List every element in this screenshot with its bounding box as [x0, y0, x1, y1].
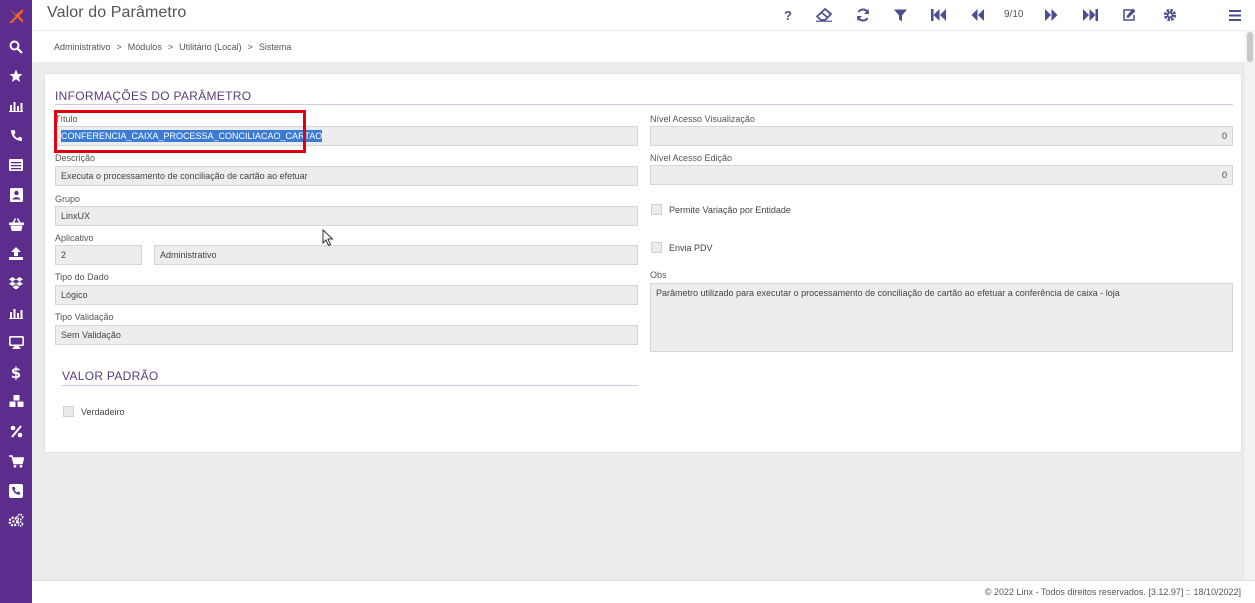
envia-pdv-label: Envia PDV — [669, 243, 713, 253]
eraser-icon[interactable] — [814, 5, 834, 25]
bar-chart-icon[interactable] — [0, 298, 32, 328]
settings-icon[interactable] — [1160, 5, 1180, 25]
breadcrumb-separator: > — [167, 42, 174, 52]
bar-chart-icon[interactable] — [0, 91, 32, 121]
cart-icon[interactable] — [0, 446, 32, 476]
nivel-visualizacao-label: Nível Acesso Visualização — [650, 114, 755, 124]
svg-text:$: $ — [11, 365, 21, 380]
default-section-divider — [62, 385, 638, 386]
contact-card-icon[interactable] — [0, 180, 32, 210]
breadcrumb-item[interactable]: Administrativo — [54, 42, 111, 52]
previous-record-icon[interactable] — [967, 5, 987, 25]
tipo-validacao-field[interactable]: Sem Validação — [55, 325, 638, 345]
vertical-scrollbar[interactable] — [1245, 30, 1255, 580]
dropbox-icon[interactable] — [0, 269, 32, 299]
tipo-dado-field[interactable]: Lógico — [55, 285, 638, 305]
aplicativo-code-field[interactable]: 2 — [55, 245, 142, 265]
header-bar: Valor do Parâmetro ? 9/10 — [32, 0, 1255, 30]
phone-square-icon[interactable] — [0, 476, 32, 506]
dollar-icon[interactable]: $ — [0, 358, 32, 388]
page-title: Valor do Parâmetro — [47, 4, 187, 21]
mouse-cursor-icon — [322, 228, 334, 252]
tipo-dado-label: Tipo do Dado — [55, 272, 109, 282]
permite-variacao-label: Permite Variação por Entidade — [669, 205, 791, 215]
footer: © 2022 Linx - Todos direitos reservados.… — [32, 580, 1255, 603]
last-record-icon[interactable] — [1080, 5, 1100, 25]
edit-icon[interactable] — [1119, 5, 1139, 25]
basket-icon[interactable] — [0, 210, 32, 240]
aplicativo-name-field[interactable]: Administrativo — [154, 245, 638, 265]
sidebar: $ — [0, 0, 32, 603]
phone-icon[interactable] — [0, 121, 32, 151]
info-section-divider — [55, 104, 1233, 105]
aplicativo-label: Aplicativo — [55, 233, 94, 243]
breadcrumb-separator: > — [116, 42, 122, 52]
highlight-box — [54, 110, 306, 153]
filter-icon[interactable] — [890, 5, 910, 25]
next-record-icon[interactable] — [1041, 5, 1061, 25]
search-icon[interactable] — [0, 32, 32, 62]
nivel-edicao-label: Nível Acesso Edição — [650, 153, 733, 163]
monitor-icon[interactable] — [0, 328, 32, 358]
descricao-label: Descrição — [55, 153, 96, 163]
breadcrumb-separator: > — [247, 42, 253, 52]
gears-icon[interactable] — [0, 506, 32, 536]
help-icon[interactable]: ? — [778, 5, 798, 25]
first-record-icon[interactable] — [928, 5, 948, 25]
descricao-field[interactable]: Executa o processamento de conciliação d… — [55, 166, 638, 186]
star-icon[interactable] — [0, 62, 32, 92]
grupo-field[interactable]: LinxUX — [55, 206, 638, 226]
footer-text: © 2022 Linx - Todos direitos reservados.… — [984, 587, 1241, 597]
breadcrumb-item[interactable]: Módulos — [128, 42, 162, 52]
verdadeiro-checkbox[interactable] — [63, 406, 74, 417]
breadcrumb-item[interactable]: Utilitário (Local) — [179, 42, 242, 52]
linx-logo[interactable] — [0, 0, 32, 32]
default-section-title: VALOR PADRÃO — [62, 369, 159, 383]
menu-icon[interactable] — [1225, 5, 1245, 25]
info-section-title: INFORMAÇÕES DO PARÂMETRO — [55, 89, 252, 103]
breadcrumb-item[interactable]: Sistema — [259, 42, 292, 52]
nivel-visualizacao-field[interactable]: 0 — [650, 126, 1233, 146]
tipo-validacao-label: Tipo Validação — [55, 312, 114, 322]
envia-pdv-checkbox[interactable] — [651, 242, 662, 253]
breadcrumb: Administrativo > Módulos > Utilitário (Local… — [32, 30, 1255, 62]
verdadeiro-label: Verdadeiro — [81, 407, 125, 417]
obs-label: Obs — [650, 270, 667, 280]
scrollbar-thumb[interactable] — [1247, 32, 1253, 62]
nivel-edicao-field[interactable]: 0 — [650, 165, 1233, 185]
cubes-icon[interactable] — [0, 387, 32, 417]
list-icon[interactable] — [0, 150, 32, 180]
permite-variacao-checkbox[interactable] — [651, 204, 662, 215]
obs-textarea[interactable]: Parâmetro utilizado para executar o proc… — [650, 283, 1233, 352]
upload-icon[interactable] — [0, 239, 32, 269]
percent-icon[interactable] — [0, 417, 32, 447]
grupo-label: Grupo — [55, 194, 81, 204]
record-pager: 9/10 — [1004, 9, 1024, 20]
refresh-icon[interactable] — [853, 5, 873, 25]
parameter-form-panel: INFORMAÇÕES DO PARÂMETRO Título CONFEREN… — [44, 73, 1242, 453]
